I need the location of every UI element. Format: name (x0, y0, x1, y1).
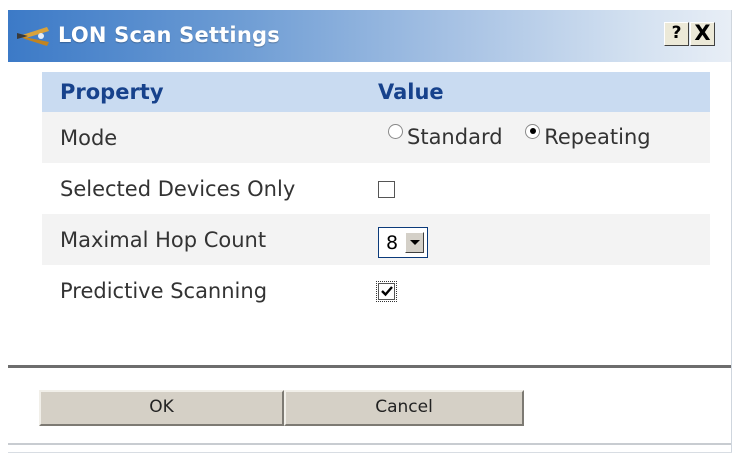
selected-devices-label: Selected Devices Only (60, 176, 296, 201)
table-row: Maximal Hop Count 8 (42, 214, 710, 265)
radio-repeating-label[interactable]: Repeating (544, 125, 650, 149)
properties-table: Property Value Mode Standard Repeating S… (42, 72, 710, 316)
radio-repeating[interactable]: Repeating (525, 123, 666, 149)
header-property: Property (42, 72, 362, 112)
selected-devices-checkbox[interactable] (378, 180, 395, 198)
predictive-scanning-checkbox[interactable] (376, 280, 397, 302)
scan-wand-icon (17, 27, 49, 46)
table-row: Predictive Scanning (42, 265, 710, 316)
mode-value-cell: Standard Repeating (362, 112, 710, 163)
checkmark-icon (381, 285, 393, 296)
predictive-scanning-label: Predictive Scanning (60, 278, 268, 303)
hop-count-label: Maximal Hop Count (42, 214, 362, 265)
mode-label: Mode (42, 112, 362, 163)
hop-count-select[interactable]: 8 (378, 227, 429, 258)
header-value: Value (362, 72, 710, 112)
cancel-button[interactable]: Cancel (284, 390, 524, 426)
radio-repeating-circle[interactable] (525, 123, 541, 139)
ok-button[interactable]: OK (39, 390, 284, 426)
hop-count-value[interactable]: 8 (386, 232, 398, 254)
radio-standard-circle[interactable] (388, 123, 403, 139)
radio-standard[interactable]: Standard (388, 123, 519, 149)
table-row: Mode Standard Repeating (42, 112, 710, 163)
title-bar[interactable]: LON Scan Settings ? X (8, 10, 731, 62)
predictive-scanning-cell (362, 265, 710, 316)
close-button[interactable]: X (690, 22, 715, 46)
chevron-down-icon[interactable] (405, 232, 425, 253)
selected-devices-cell (362, 163, 710, 214)
hop-count-cell: 8 (362, 214, 710, 265)
table-row: Selected Devices Only (42, 163, 710, 214)
help-button[interactable]: ? (664, 22, 689, 46)
radio-standard-label[interactable]: Standard (407, 125, 503, 149)
lon-scan-settings-dialog: LON Scan Settings ? X Property Value Mod… (8, 10, 732, 452)
footer-bottom-line (8, 443, 731, 445)
table-header-row: Property Value (42, 72, 710, 112)
dialog-title: LON Scan Settings (58, 23, 280, 47)
